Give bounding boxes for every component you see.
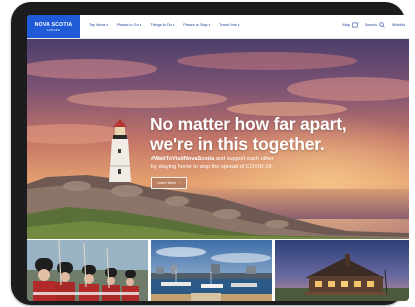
learn-more-button[interactable]: Learn More ›: [151, 177, 187, 189]
chevron-down-icon: ▾: [106, 23, 108, 27]
chevron-down-icon: ▾: [139, 23, 142, 27]
chevron-down-icon: ▾: [237, 23, 240, 27]
wishlist-label: Wishlist: [391, 23, 405, 27]
feature-card-soldiers[interactable]: [27, 240, 148, 301]
feature-cards: [27, 240, 409, 301]
harbour-photo: [151, 240, 272, 301]
hero-headline: No matter how far apart, we're in this t…: [150, 114, 347, 154]
soldiers-photo: [27, 240, 148, 301]
search-label: Search: [364, 23, 377, 27]
feature-card-harbour[interactable]: [151, 240, 272, 301]
nav-item-travel-info[interactable]: Travel Info ▾: [219, 23, 239, 27]
map-icon: [352, 22, 358, 28]
hero-body-line-2: by staying home to stop the spread of CO…: [151, 163, 274, 170]
headline-line-2: we're in this together.: [150, 134, 325, 154]
brand-logo[interactable]: NOVA SCOTIA CANADA: [27, 15, 80, 38]
lodge-photo: [275, 240, 409, 301]
wishlist-link[interactable]: Wishlist: [392, 23, 405, 27]
search-link[interactable]: Search: [365, 22, 385, 28]
nav-item-things-to-do[interactable]: Things to Do ▾: [150, 23, 174, 27]
search-icon: [379, 22, 385, 28]
utility-links: Map Search Wishlist: [343, 22, 405, 28]
tablet-frame: NOVA SCOTIA CANADA Top Ideas ▾ Places to …: [11, 2, 409, 305]
chevron-down-icon: ▾: [172, 23, 175, 27]
main-menu: Top Ideas ▾ Places to Go ▾ Things to Do ▾ P…: [89, 23, 239, 27]
hero-subtext: #WaitToVisitNovaScotia and support each …: [151, 156, 341, 171]
hero-banner[interactable]: No matter how far apart, we're in this t…: [27, 39, 409, 239]
learn-more-label: Learn More: [157, 181, 177, 185]
map-link[interactable]: Map: [343, 22, 358, 28]
feature-card-lodge[interactable]: [275, 240, 409, 301]
headline-line-1: No matter how far apart,: [150, 114, 347, 134]
nav-item-places-to-stay[interactable]: Places to Stay ▾: [183, 23, 210, 27]
browser-screen: NOVA SCOTIA CANADA Top Ideas ▾ Places to …: [27, 15, 409, 301]
chevron-down-icon: ▾: [208, 23, 211, 27]
nav-item-places-to-go[interactable]: Places to Go ▾: [117, 23, 141, 27]
hero-body-line-1: and support each other: [214, 156, 274, 162]
hero-hashtag[interactable]: #WaitToVisitNovaScotia: [151, 156, 214, 162]
chevron-right-icon: ›: [179, 181, 181, 185]
top-navigation: NOVA SCOTIA CANADA Top Ideas ▾ Places to …: [27, 15, 409, 39]
nav-item-top-ideas[interactable]: Top Ideas ▾: [89, 23, 108, 27]
brand-tagline: CANADA: [46, 27, 61, 32]
map-label: Map: [342, 23, 350, 27]
